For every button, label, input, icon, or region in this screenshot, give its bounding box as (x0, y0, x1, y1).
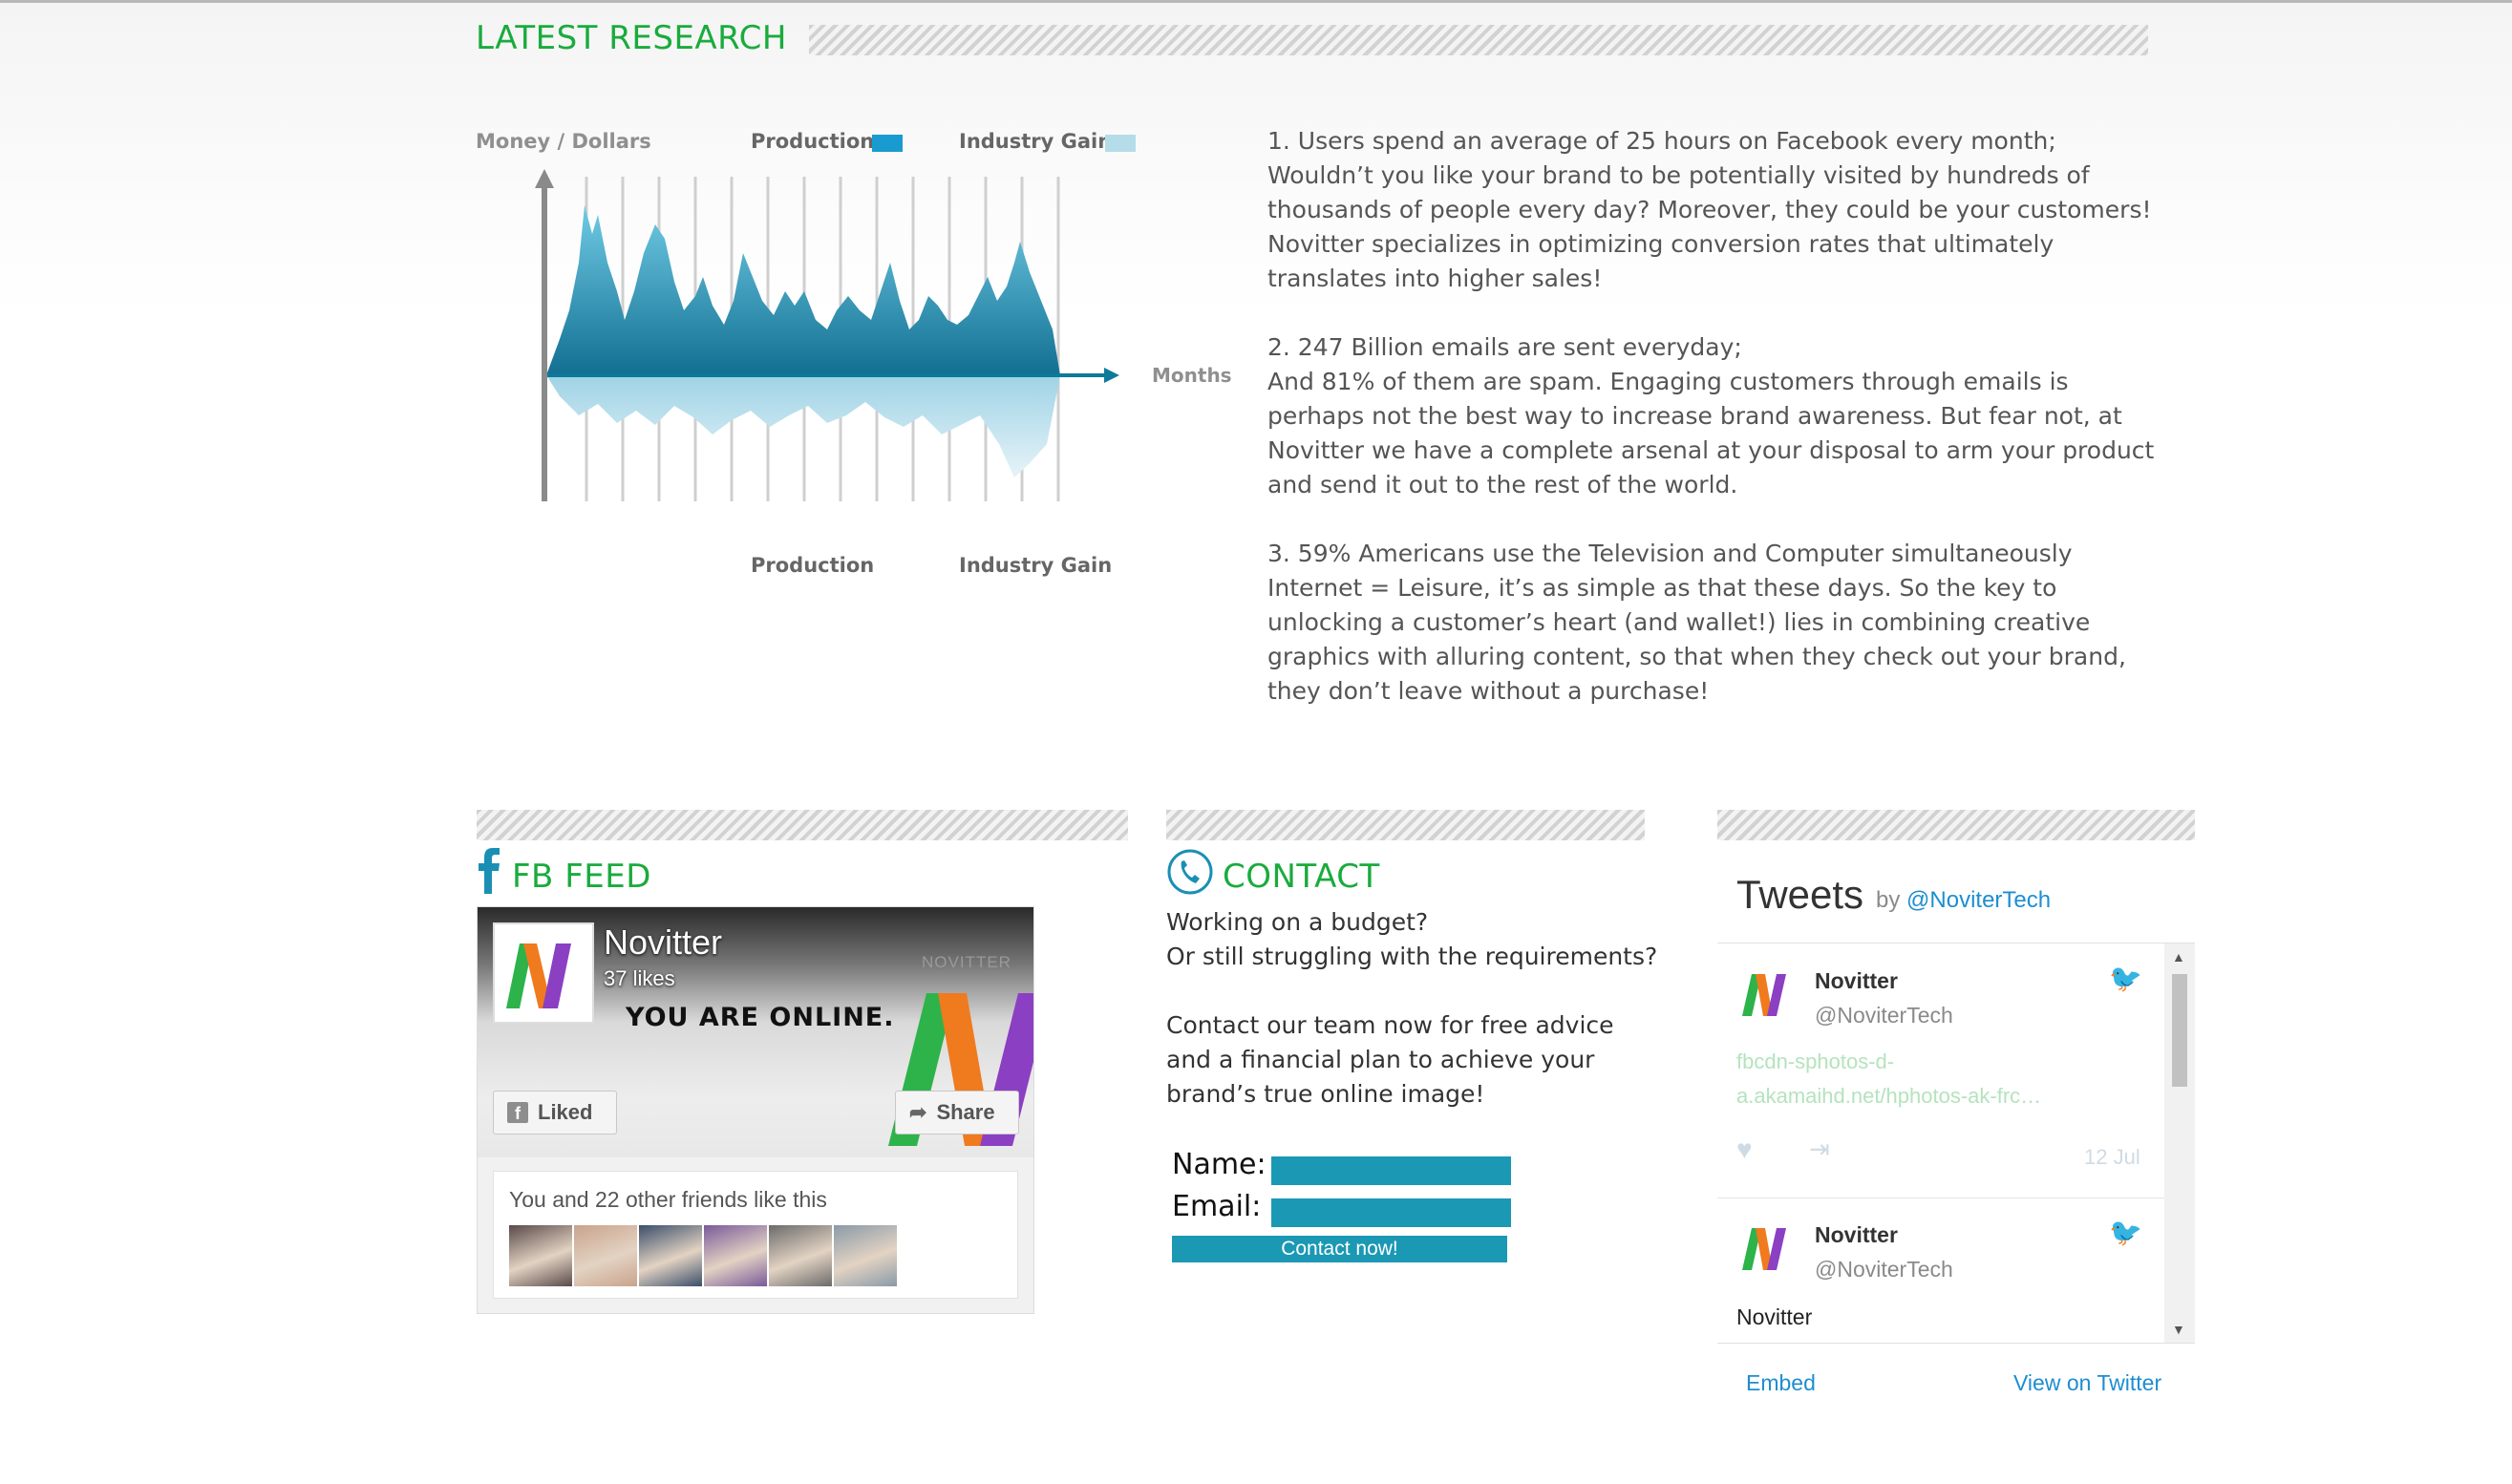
chart-y-arrow (535, 169, 554, 188)
contact-text: Working on a budget? Or still struggling… (1166, 905, 1663, 1146)
contact-para-1: Working on a budget? Or still struggling… (1166, 905, 1663, 974)
tweet-author-name[interactable]: Novitter (1815, 1222, 1898, 1248)
twitter-embed-link[interactable]: Embed (1746, 1370, 1816, 1396)
tweet-author-handle[interactable]: @NoviterTech (1815, 1257, 1953, 1283)
tweets-handle-link[interactable]: @NoviterTech (1906, 887, 2051, 913)
fb-friends-box: You and 22 other friends like this (493, 1171, 1018, 1299)
section-title-fb: FB FEED (512, 858, 651, 896)
legend-bottom-production: Production (751, 554, 874, 577)
legend-top-production: Production (751, 130, 874, 153)
fb-page-widget: Novitter 37 likes YOU ARE ONLINE. NOVITT… (477, 906, 1034, 1314)
section-divider-research (809, 25, 2148, 55)
tweet-list-scrollbar[interactable]: ▲ ▼ (2164, 943, 2195, 1343)
tweet-author-handle[interactable]: @NoviterTech (1815, 1003, 1953, 1028)
contact-submit-button[interactable]: Contact now! (1172, 1236, 1507, 1262)
scroll-down-icon[interactable]: ▼ (2172, 1322, 2185, 1337)
section-divider-fb (477, 810, 1128, 840)
fb-friend-avatar[interactable] (639, 1225, 702, 1286)
fb-friend-avatars (509, 1225, 897, 1286)
tweet-avatar-icon[interactable] (1736, 1220, 1792, 1276)
chart-x-label: Months (1152, 364, 1232, 387)
research-item-3: 3. 59% Americans use the Television and … (1267, 537, 2156, 709)
top-border (0, 0, 2512, 3)
fb-friend-avatar[interactable] (769, 1225, 832, 1286)
fb-liked-label: Liked (538, 1100, 593, 1124)
legend-top-industry-gain: Industry Gain (959, 130, 1112, 153)
research-item-1-body: Wouldn’t you like your brand to be poten… (1267, 161, 2152, 292)
legend-swatch-industry-gain (1105, 135, 1136, 152)
novitter-logo-icon (506, 943, 571, 1008)
heart-icon[interactable]: ♥ (1736, 1134, 1753, 1165)
research-item-3-body: Internet = Leisure, it’s as simple as th… (1267, 574, 2126, 705)
contact-line-2: Or still struggling with the requirement… (1166, 943, 1658, 970)
research-item-2-body: And 81% of them are spam. Engaging custo… (1267, 368, 2155, 498)
tweets-by-label: by (1876, 887, 1901, 913)
fb-liked-button[interactable]: f Liked (493, 1091, 617, 1134)
section-divider-twitter (1717, 810, 2195, 840)
contact-line-1: Working on a budget? (1166, 908, 1429, 936)
scroll-up-icon[interactable]: ▲ (2172, 949, 2185, 965)
research-item-1-head: 1. Users spend an average of 25 hours on… (1267, 127, 2056, 155)
email-label: Email: (1172, 1190, 1262, 1223)
twitter-bird-icon[interactable]: 🐦 (2109, 963, 2142, 994)
fb-share-label: Share (936, 1100, 995, 1124)
fb-page-logo[interactable] (493, 922, 594, 1024)
research-chart: Money / Dollars Production Industry Gain… (476, 130, 1232, 577)
phone-icon (1167, 849, 1213, 895)
section-title-contact: CONTACT (1223, 858, 1380, 896)
tweet-list[interactable]: Novitter @NoviterTech 🐦 fbcdn-sphotos-d-… (1717, 943, 2195, 1344)
fb-share-button[interactable]: ➦ Share (895, 1091, 1019, 1134)
share-icon[interactable]: ⇥ (1809, 1134, 1830, 1164)
tweet-author-name[interactable]: Novitter (1815, 968, 1898, 994)
research-item-3-head: 3. 59% Americans use the Television and … (1267, 540, 2073, 567)
scroll-thumb[interactable] (2172, 974, 2187, 1087)
fb-friend-avatar[interactable] (834, 1225, 897, 1286)
tweets-title[interactable]: Tweets (1736, 872, 1863, 918)
fb-friends-text: You and 22 other friends like this (509, 1187, 827, 1212)
contact-para-2: Contact our team now for free advice and… (1166, 1011, 1614, 1108)
name-label: Name: (1172, 1148, 1267, 1181)
research-item-2-head: 2. 247 Billion emails are sent everyday; (1267, 333, 1742, 361)
name-input[interactable] (1271, 1156, 1511, 1185)
tweet-link[interactable]: fbcdn-sphotos-d-a.akamaihd.net/hphotos-a… (1736, 1045, 2118, 1113)
tweets-by: by @NoviterTech (1876, 887, 2051, 914)
tweet-avatar-icon[interactable] (1736, 966, 1792, 1022)
twitter-view-link[interactable]: View on Twitter (2013, 1370, 2161, 1396)
research-facts: 1. Users spend an average of 25 hours on… (1267, 124, 2156, 743)
facebook-square-icon: f (507, 1102, 528, 1123)
fb-page-name[interactable]: Novitter (604, 922, 722, 963)
legend-swatch-production (872, 135, 903, 152)
research-item-1: 1. Users spend an average of 25 hours on… (1267, 124, 2156, 296)
legend-bottom-industry-gain: Industry Gain (959, 554, 1112, 577)
section-divider-contact (1166, 810, 1645, 840)
fb-tagline: YOU ARE ONLINE. (626, 1003, 895, 1032)
fb-friend-avatar[interactable] (509, 1225, 572, 1286)
fb-friend-avatar[interactable] (704, 1225, 767, 1286)
fb-cover: Novitter 37 likes YOU ARE ONLINE. NOVITT… (478, 907, 1033, 1157)
tweet-text: Novitter (1736, 1304, 1813, 1329)
tweet-date[interactable]: 12 Jul (2084, 1145, 2140, 1170)
facebook-icon (479, 848, 500, 894)
twitter-timeline-widget: Tweets by @NoviterTech Novitter @Noviter… (1717, 862, 2195, 1407)
twitter-bird-icon[interactable]: 🐦 (2109, 1217, 2142, 1248)
chart-y-label: Money / Dollars (476, 130, 651, 153)
section-title-research: LATEST RESEARCH (476, 19, 787, 57)
research-item-2: 2. 247 Billion emails are sent everyday;… (1267, 330, 2156, 502)
chart-x-arrow (1104, 368, 1119, 383)
fb-friend-avatar[interactable] (574, 1225, 637, 1286)
email-input[interactable] (1271, 1198, 1511, 1227)
share-arrow-icon: ➦ (909, 1100, 927, 1124)
fb-page-likes: 37 likes (604, 966, 675, 990)
